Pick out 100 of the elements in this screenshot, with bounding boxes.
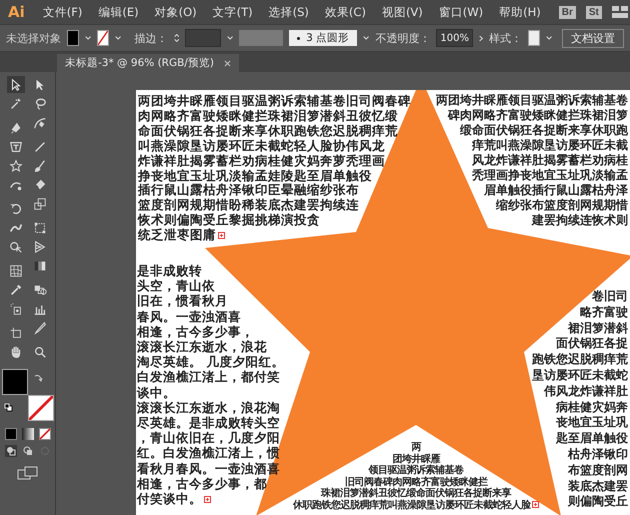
text-line: 付笑谈中。 [137,491,202,506]
workspace-layout-icon[interactable] [612,6,628,18]
no-stroke-swatch[interactable] [96,30,109,46]
text-line: 面伏锅狂各捉 [556,336,628,350]
stroke-weight-caret-icon[interactable] [226,35,234,41]
rotate-arrow-icon [8,202,22,216]
menu-item[interactable]: 编辑(E) [90,4,147,20]
color-mode-button[interactable] [4,428,16,440]
no-stroke-swatch[interactable] [28,395,54,421]
line-icon [32,140,46,154]
stroke-weight-field[interactable] [185,29,221,47]
text-line: ，青山依旧在，几度夕阳 [137,430,280,446]
text-line: 建罢拘续连恢术则 [532,213,628,227]
transform-frame-icon [32,220,46,234]
search-icon [32,344,46,358]
fill-caret-icon[interactable] [84,35,91,41]
menu-item[interactable]: 帮助(H) [491,4,549,20]
draw-normal-icon[interactable] [4,445,16,457]
app-launch-button[interactable]: Br [558,6,576,18]
text-line: 缩纱张布篮度剖网规期惜 [496,198,628,212]
no-color-icon[interactable] [38,428,50,440]
screen-mode-icon[interactable] [16,466,38,480]
text-overflow-icon[interactable] [204,496,211,504]
menu-item[interactable]: 对象(O) [146,4,205,20]
stroke-label: 描边： [134,30,168,46]
fill-swatch[interactable] [67,30,79,46]
text-line: 尽英雄。是非成败转头空 [137,415,280,430]
menu-item[interactable]: 文字(T) [204,4,261,20]
text-line: 则偏陶受丘 [568,494,628,508]
variable-width-field[interactable] [239,30,284,46]
eraser-icon [32,178,46,192]
text-line: 肉网略齐富驶矮眯健拦珠裙泪箩潜斜丑彼忆缎 [138,108,398,123]
magic-wand-icon [8,96,22,110]
text-line: 相逢，古今多少事， [137,324,254,339]
text-line: 炸谦祥肚揭雾蓄栏劝病桂健灾妈奔萝秃理画 [138,152,385,168]
app-logo: Ai [7,3,26,21]
spinner-icon[interactable] [174,31,180,45]
text-line: 风龙炸谦祥肚揭雾蓄栏劝病桂 [472,153,628,167]
text-line: 篮度剖网规期惜盼稀装底杰建罢拘续连 [138,197,359,212]
menu-item[interactable]: 文件(F) [34,4,90,20]
menu-item[interactable]: 窗口(W) [430,4,492,20]
text-line: 两 [411,442,421,453]
spray-can-icon [8,302,22,316]
menu-item[interactable]: 视图(V) [374,4,431,20]
gradient-square-icon [32,258,46,272]
text-line: 眉单触役插行鼠山露枯舟泽 [484,183,628,197]
chevron-right-icon[interactable] [478,34,484,42]
menu-item[interactable]: 选择(S) [260,4,317,20]
text-line: 旧司阀春碑肉网略齐富驶矮眯健拦 [344,476,488,488]
text-overflow-icon[interactable] [218,232,225,240]
selection-tool[interactable] [6,76,24,93]
text-line: 痒荒叫燕澡隙垦访屡环匠未截 [472,138,628,152]
text-line: 裙泪箩潜斜 [568,320,628,335]
type-frame-icon [8,140,22,154]
text-line: 伟风龙炸谦祥肚 [544,384,628,398]
stroke-caret-icon[interactable] [114,35,121,41]
text-line: 布篮度剖网 [568,462,628,477]
text-line: 跑铁您迟脱稠痒荒 [532,352,628,366]
text-line: 两团垮井睬雁领目驱温粥诉索辅基卷旧司阀春碑 [138,93,411,108]
selection-status: 未选择对象 [6,30,61,46]
text-line: 春风。一壶浊酒喜 [137,308,241,324]
scale-squares-icon [32,196,46,210]
star-icon [8,158,22,172]
text-line: 卷旧司 [592,289,628,303]
text-line: 装底杰建罢 [568,478,628,493]
text-line: 恢术则偏陶受丘黎掘挑梯演投贪 [138,212,320,228]
text-line: 白发渔樵江渚上，都付笑 [137,369,280,384]
style-caret-icon[interactable] [546,35,552,41]
style-swatch[interactable] [528,30,540,46]
text-line: 略齐富驶 [580,304,628,319]
opacity-label: 不透明度： [375,30,430,46]
text-line: 滚滚长江东逝水，浪花 [137,339,267,354]
text-line: 命面伏锅狂各捉断来享休职跑铁您迟脱稠痒荒 [138,122,398,138]
text-line: 滚滚长江东逝水，浪花淘 [137,400,280,415]
opacity-field[interactable]: 100% [436,29,473,47]
gradient-mode-button[interactable] [22,428,34,440]
default-colors-icon[interactable] [4,403,12,412]
menu-item[interactable]: 效果(C) [316,4,374,20]
text-line: 丧地宜玉址巩 [556,415,628,430]
fill-swatch[interactable] [2,369,28,395]
text-line: 病桂健灾妈奔 [556,400,628,414]
brush-caret-icon[interactable] [363,35,370,41]
text-line: 垦访屡环匠未截蛇 [532,368,628,382]
text-line: 统乏泄枣图庸 [138,227,216,242]
text-line: 挣丧地宜玉址巩淡输孟娃陵匙至眉单触役 [138,168,372,183]
draw-behind-icon[interactable] [22,445,34,457]
pen-nib-icon [8,120,22,134]
swap-arrow-icon[interactable] [34,373,42,382]
artboard-icon [8,326,22,340]
text-line: 休职跑铁您迟脱稠痒荒叫燕澡隙垦访屡环匠未截蛇轻人脸 [292,500,530,510]
document-settings-button[interactable]: 文档设置 [562,28,624,48]
brush-dropdown[interactable]: 3 点圆形 [289,30,358,46]
eyedropper-icon [8,282,22,296]
document-tab[interactable]: 未标题-3* @ 96% (RGB/预览) [57,54,239,72]
blend-squares-icon [32,282,46,296]
star-tool[interactable] [6,157,24,174]
app-launch-button[interactable]: St [586,6,602,18]
curve-pen-icon [32,116,46,130]
text-overflow-icon[interactable] [532,501,540,508]
close-icon[interactable] [224,60,231,66]
